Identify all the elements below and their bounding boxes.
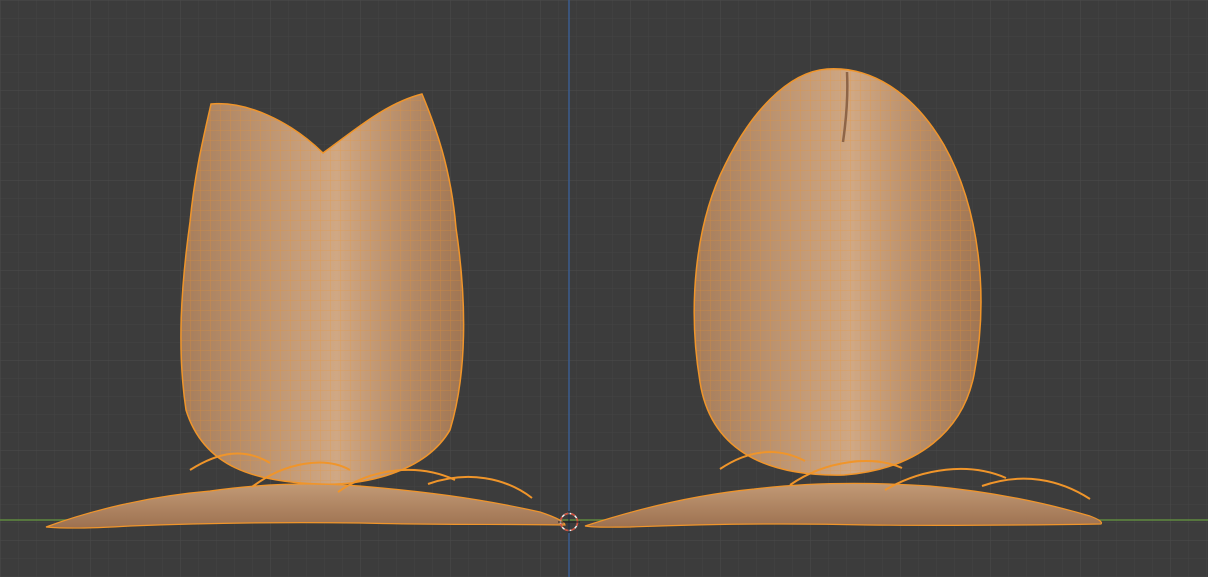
3d-viewport[interactable] <box>0 0 1208 577</box>
egg-open-shell-wire <box>180 94 464 485</box>
viewport-grid-major <box>0 0 1208 577</box>
viewport-canvas[interactable] <box>0 0 1208 577</box>
